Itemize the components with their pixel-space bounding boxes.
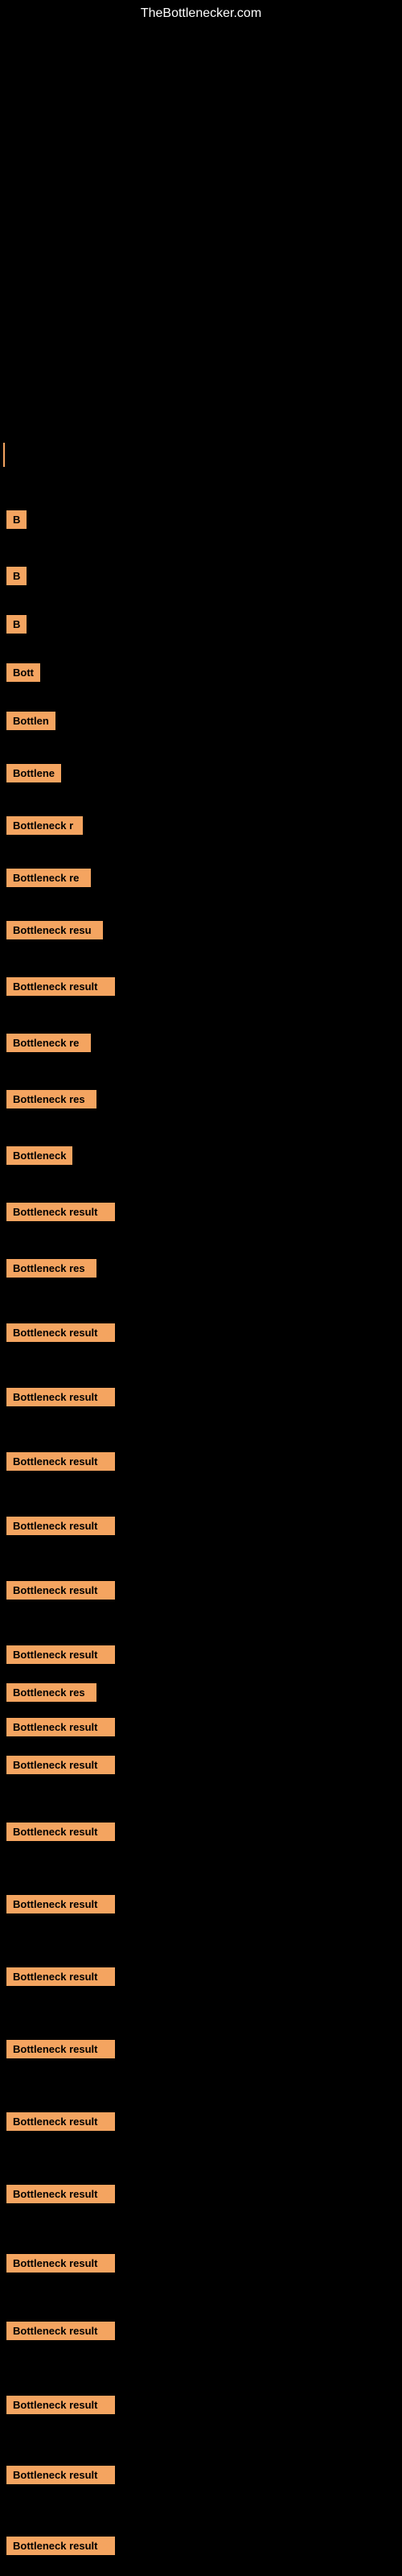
- result-label: Bottleneck re: [6, 869, 91, 887]
- result-label: Bottleneck result: [6, 1388, 115, 1406]
- result-label: Bottleneck result: [6, 1756, 115, 1774]
- result-row-34: Bottleneck result: [3, 2318, 115, 2343]
- result-row-27: Bottleneck result: [3, 1819, 115, 1844]
- result-row-22: Bottleneck result: [3, 1578, 115, 1603]
- result-row-29: Bottleneck result: [3, 1964, 115, 1989]
- result-label: Bottleneck result: [6, 2254, 115, 2273]
- result-label: Bottleneck result: [6, 1323, 115, 1342]
- result-row-32: Bottleneck result: [3, 2182, 115, 2207]
- result-label: Bottleneck result: [6, 1203, 115, 1221]
- result-label: B: [6, 615, 27, 634]
- result-label: Bottleneck result: [6, 977, 115, 996]
- result-row-31: Bottleneck result: [3, 2109, 115, 2134]
- result-label: Bottleneck res: [6, 1090, 96, 1108]
- result-label: Bottlene: [6, 764, 61, 782]
- result-label: Bottleneck result: [6, 2396, 115, 2414]
- result-row-36: Bottleneck result: [3, 2462, 115, 2487]
- result-row-9: Bottleneck r: [3, 813, 83, 838]
- result-row-15: Bottleneck: [3, 1143, 72, 1168]
- result-label: Bottleneck: [6, 1146, 72, 1165]
- result-label: Bottleneck result: [6, 1718, 115, 1736]
- result-row-2: [3, 443, 5, 467]
- result-label: Bottleneck resu: [6, 921, 103, 939]
- result-row-18: Bottleneck result: [3, 1320, 115, 1345]
- result-row-14: Bottleneck res: [3, 1087, 96, 1112]
- result-label: Bottleneck result: [6, 2112, 115, 2131]
- result-row-20: Bottleneck result: [3, 1449, 115, 1474]
- result-row-11: Bottleneck resu: [3, 918, 103, 943]
- result-label: Bottleneck re: [6, 1034, 91, 1052]
- result-label: B: [6, 510, 27, 529]
- result-row-21: Bottleneck result: [3, 1513, 115, 1538]
- result-label: Bottleneck result: [6, 1967, 115, 1986]
- result-label: Bottleneck result: [6, 2466, 115, 2484]
- result-label: Bottleneck result: [6, 1895, 115, 1913]
- result-row-12: Bottleneck result: [3, 974, 115, 999]
- result-row-25: Bottleneck result: [3, 1715, 115, 1740]
- result-row-30: Bottleneck result: [3, 2037, 115, 2062]
- result-label: Bottleneck result: [6, 1452, 115, 1471]
- result-row-23: Bottleneck result: [3, 1642, 115, 1667]
- result-row-37: Bottleneck result: [3, 2533, 115, 2558]
- result-row-16: Bottleneck result: [3, 1199, 115, 1224]
- result-label: Bottleneck result: [6, 2185, 115, 2203]
- result-label: Bottleneck result: [6, 2322, 115, 2340]
- result-row-4: B: [3, 564, 27, 588]
- result-label: Bott: [6, 663, 40, 682]
- result-row-7: Bottlen: [3, 708, 55, 733]
- result-row-8: Bottlene: [3, 761, 61, 786]
- result-row-26: Bottleneck result: [3, 1752, 115, 1777]
- result-label: B: [6, 567, 27, 585]
- result-label: Bottleneck result: [6, 2040, 115, 2058]
- result-row-6: Bott: [3, 660, 40, 685]
- result-label: Bottleneck result: [6, 2537, 115, 2555]
- result-label: Bottlen: [6, 712, 55, 730]
- result-row-28: Bottleneck result: [3, 1892, 115, 1917]
- bar-indicator: [3, 443, 5, 467]
- result-label: Bottleneck res: [6, 1683, 96, 1702]
- result-label: Bottleneck result: [6, 1823, 115, 1841]
- result-label: Bottleneck result: [6, 1581, 115, 1600]
- site-title: TheBottlenecker.com: [141, 0, 261, 24]
- result-label: Bottleneck result: [6, 1517, 115, 1535]
- site-title-row: TheBottlenecker.com: [0, 6, 402, 21]
- result-row-19: Bottleneck result: [3, 1385, 115, 1410]
- result-row-33: Bottleneck result: [3, 2251, 115, 2276]
- result-row-24: Bottleneck res: [3, 1680, 96, 1705]
- result-label: Bottleneck result: [6, 1645, 115, 1664]
- result-label: Bottleneck r: [6, 816, 83, 835]
- result-row-35: Bottleneck result: [3, 2392, 115, 2417]
- result-row-10: Bottleneck re: [3, 865, 91, 890]
- result-row-13: Bottleneck re: [3, 1030, 91, 1055]
- result-label: Bottleneck res: [6, 1259, 96, 1278]
- result-row-5: B: [3, 612, 27, 637]
- result-row-3: B: [3, 507, 27, 532]
- result-row-17: Bottleneck res: [3, 1256, 96, 1281]
